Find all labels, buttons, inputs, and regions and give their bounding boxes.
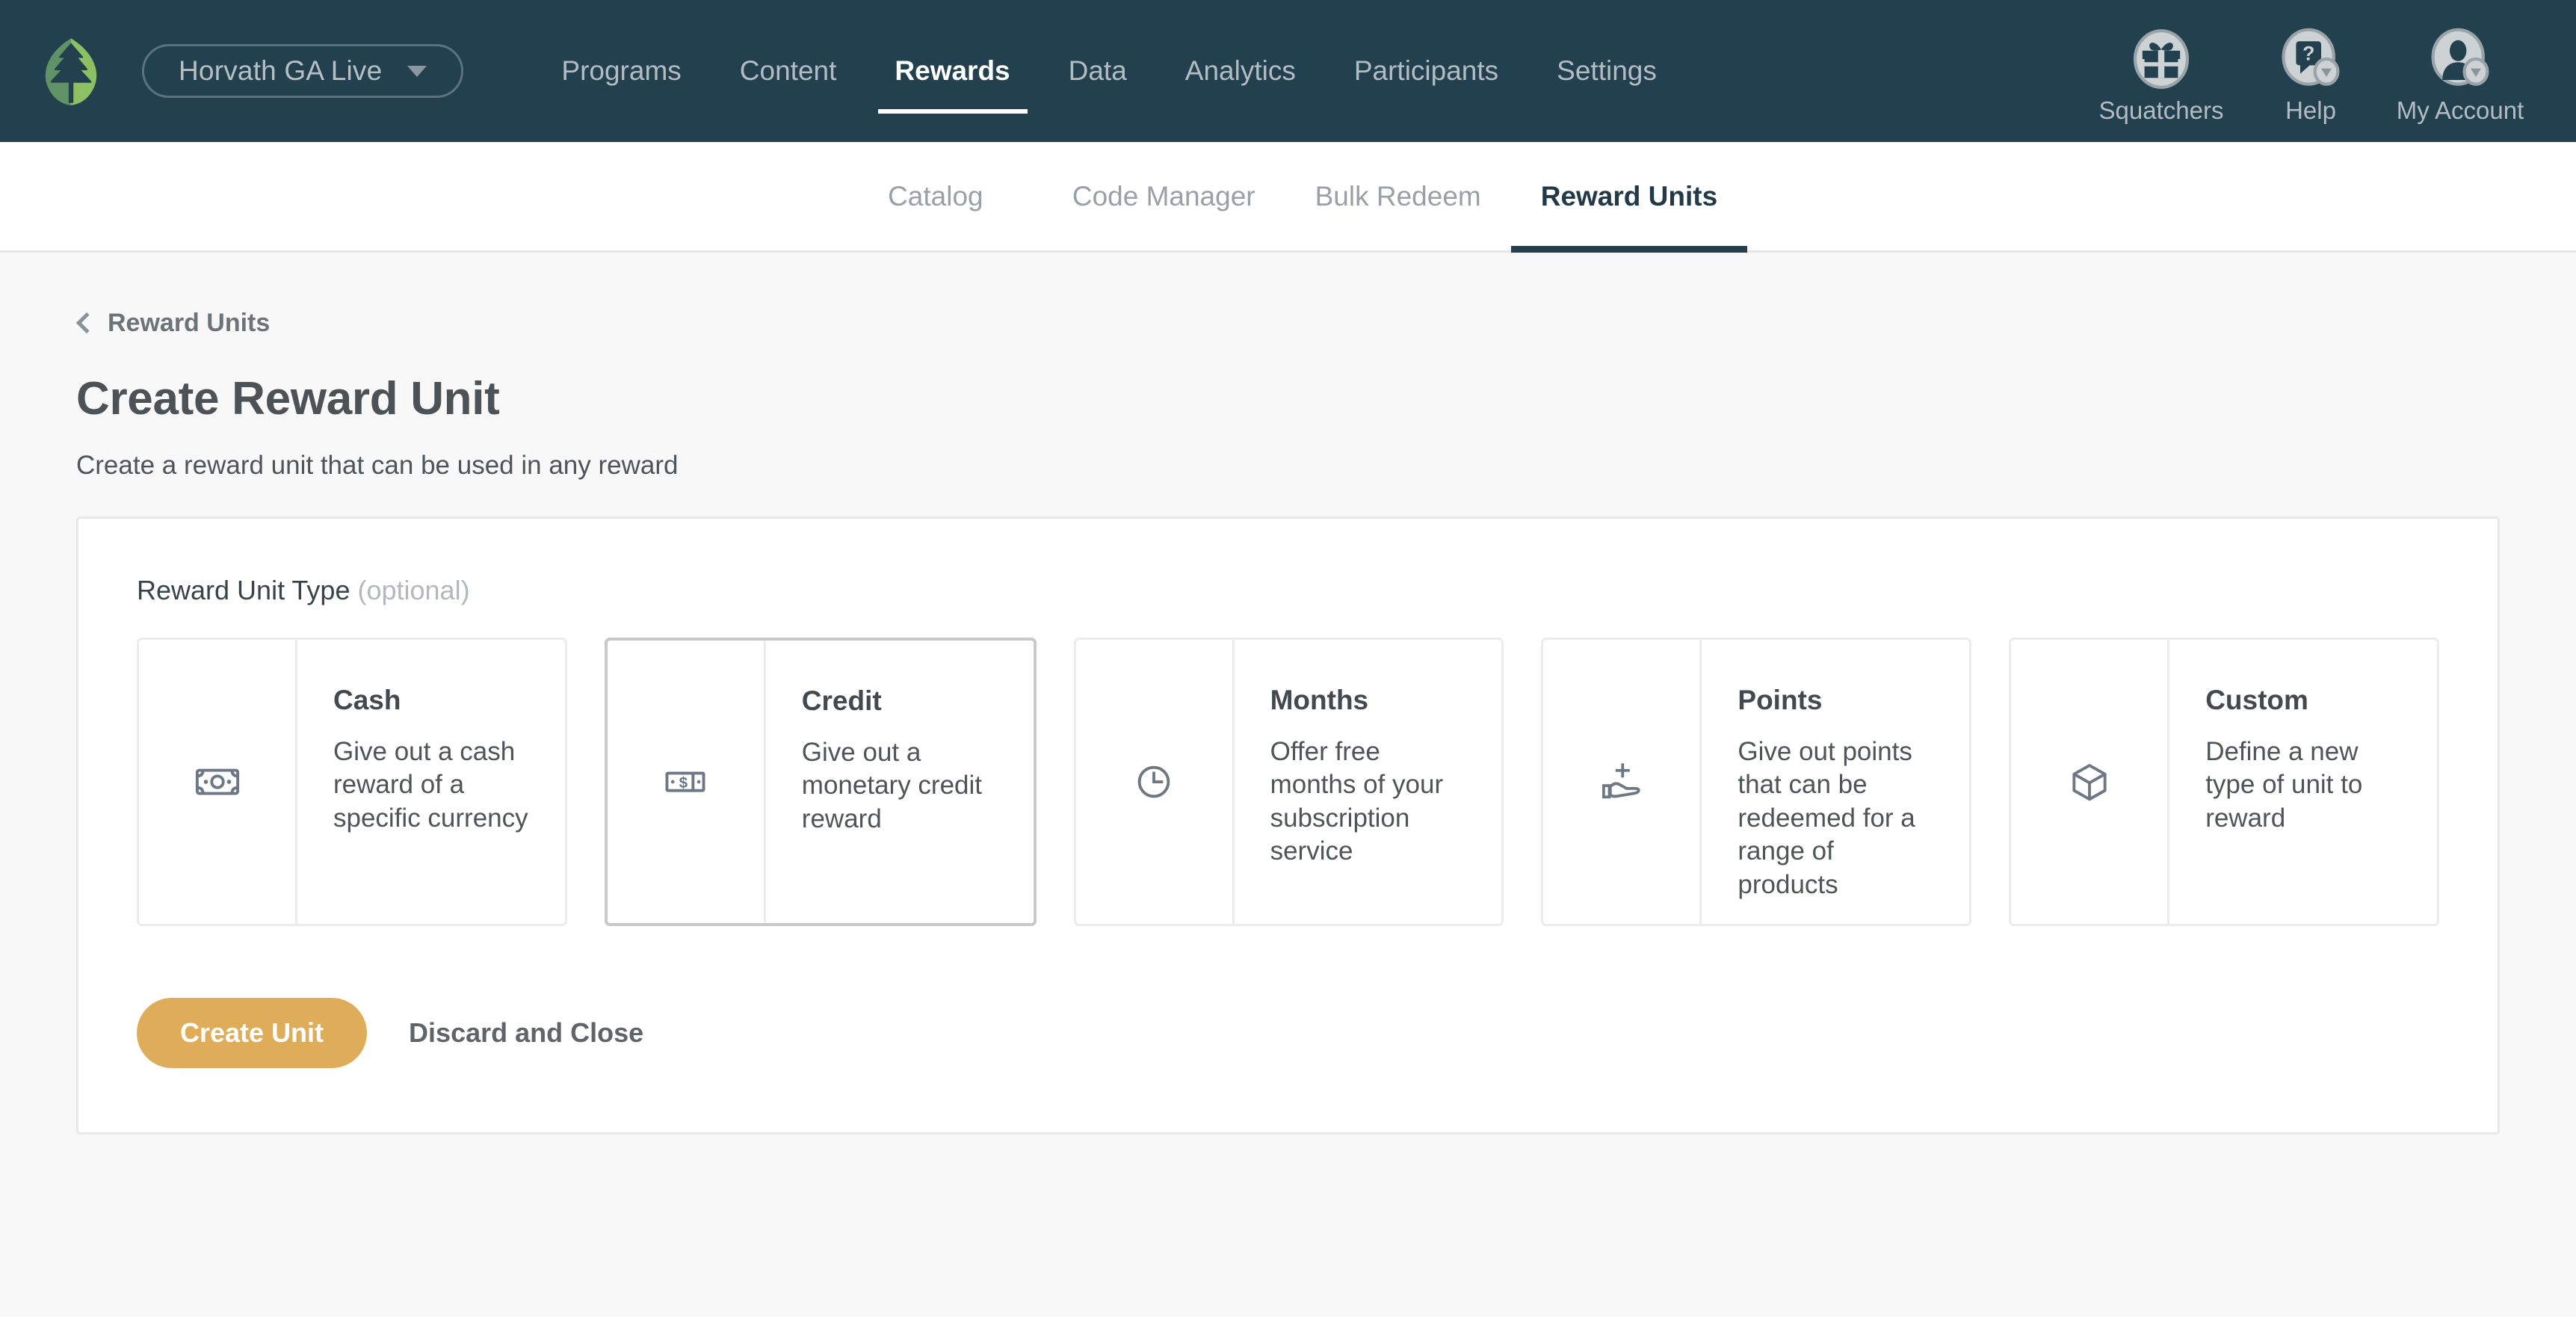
help-label: Help: [2285, 96, 2336, 125]
type-card-custom-title: Custom: [2205, 685, 2407, 716]
create-unit-button[interactable]: Create Unit: [137, 998, 367, 1068]
question-mark-chat-icon: ?: [2279, 28, 2342, 90]
clock-icon: [1131, 759, 1177, 805]
type-card-points-icon-area: [1543, 640, 1702, 924]
chevron-left-icon: [76, 312, 97, 333]
hand-plus-icon: [1597, 757, 1646, 806]
type-card-credit-title: Credit: [802, 685, 1004, 717]
help-button[interactable]: ? Help: [2236, 28, 2385, 125]
type-card-cash-text: Cash Give out a cash reward of a specifi…: [297, 640, 565, 924]
type-card-cash-icon-area: [139, 640, 297, 924]
tab-bulk-redeem[interactable]: Bulk Redeem: [1285, 142, 1511, 250]
type-card-cash-description: Give out a cash reward of a specific cur…: [333, 735, 535, 835]
gift-box-icon: [2130, 28, 2193, 90]
chevron-down-icon: [407, 66, 427, 77]
nav-item-settings[interactable]: Settings: [1528, 0, 1686, 142]
tab-reward-units[interactable]: Reward Units: [1511, 142, 1747, 250]
type-card-months-title: Months: [1270, 685, 1472, 716]
my-account-label: My Account: [2397, 96, 2524, 125]
type-card-points[interactable]: Points Give out points that can be redee…: [1541, 638, 1971, 926]
type-card-credit-description: Give out a monetary credit reward: [802, 736, 1004, 836]
type-card-months-text: Months Offer free months of your subscri…: [1235, 640, 1502, 924]
reward-unit-type-options: Cash Give out a cash reward of a specifi…: [137, 638, 2439, 926]
primary-nav: Programs Content Rewards Data Analytics …: [532, 0, 1685, 142]
user-avatar-icon: [2429, 28, 2492, 90]
create-reward-unit-panel: Reward Unit Type (optional): [76, 516, 2500, 1135]
type-card-credit[interactable]: $ Credit Give out a monetary credit rewa…: [605, 638, 1037, 926]
squatchers-label: Squatchers: [2099, 96, 2224, 125]
nav-item-data[interactable]: Data: [1040, 0, 1156, 142]
type-card-custom-text: Custom Define a new type of unit to rewa…: [2169, 640, 2437, 924]
type-card-credit-text: Credit Give out a monetary credit reward: [766, 641, 1034, 923]
discard-and-close-button[interactable]: Discard and Close: [409, 1017, 643, 1049]
tab-catalog[interactable]: Catalog: [829, 142, 1043, 250]
tenant-selector[interactable]: Horvath GA Live: [142, 44, 463, 98]
tree-leaf-logo-icon: [32, 32, 110, 110]
back-to-reward-units-link[interactable]: Reward Units: [79, 309, 270, 338]
page-subtitle: Create a reward unit that can be used in…: [76, 451, 2500, 481]
brand-logo[interactable]: [30, 30, 112, 112]
squatchers-button[interactable]: Squatchers: [2087, 28, 2236, 125]
type-card-points-description: Give out points that can be redeemed for…: [1738, 735, 1939, 901]
type-card-months[interactable]: Months Offer free months of your subscri…: [1074, 638, 1504, 926]
type-card-cash-title: Cash: [333, 685, 535, 716]
tenant-selector-label: Horvath GA Live: [179, 55, 382, 87]
nav-item-participants[interactable]: Participants: [1325, 0, 1528, 142]
svg-text:$: $: [679, 774, 688, 792]
type-card-months-description: Offer free months of your subscription s…: [1270, 735, 1472, 869]
type-card-custom[interactable]: Custom Define a new type of unit to rewa…: [2009, 638, 2439, 926]
dollar-bill-icon: $: [662, 759, 708, 805]
type-card-custom-icon-area: [2011, 640, 2169, 924]
reward-unit-type-label: Reward Unit Type (optional): [137, 575, 2439, 606]
back-link-label: Reward Units: [108, 309, 270, 338]
my-account-button[interactable]: My Account: [2385, 28, 2535, 125]
type-card-cash[interactable]: Cash Give out a cash reward of a specifi…: [137, 638, 567, 926]
type-card-points-text: Points Give out points that can be redee…: [1702, 640, 1969, 924]
nav-actions: Squatchers ? Help: [2087, 17, 2535, 125]
type-card-points-title: Points: [1738, 685, 1939, 716]
svg-text:?: ?: [2302, 42, 2314, 64]
page-body: Reward Units Create Reward Unit Create a…: [0, 253, 2576, 1317]
nav-item-analytics[interactable]: Analytics: [1156, 0, 1325, 142]
form-actions: Create Unit Discard and Close: [137, 998, 2439, 1068]
tab-code-manager[interactable]: Code Manager: [1043, 142, 1285, 250]
secondary-nav: Catalog Code Manager Bulk Redeem Reward …: [0, 142, 2576, 253]
type-card-credit-icon-area: $: [608, 641, 766, 923]
nav-item-programs[interactable]: Programs: [532, 0, 710, 142]
field-optional-text: (optional): [357, 575, 469, 605]
page-title: Create Reward Unit: [76, 372, 2500, 425]
top-navigation-bar: Horvath GA Live Programs Content Rewards…: [0, 0, 2576, 142]
nav-item-rewards[interactable]: Rewards: [865, 0, 1039, 142]
type-card-custom-description: Define a new type of unit to reward: [2205, 735, 2407, 835]
nav-item-content[interactable]: Content: [711, 0, 866, 142]
field-label-text: Reward Unit Type: [137, 575, 350, 605]
banknote-icon: [194, 759, 241, 805]
type-card-months-icon-area: [1076, 640, 1235, 924]
cube-box-icon: [2066, 759, 2113, 805]
